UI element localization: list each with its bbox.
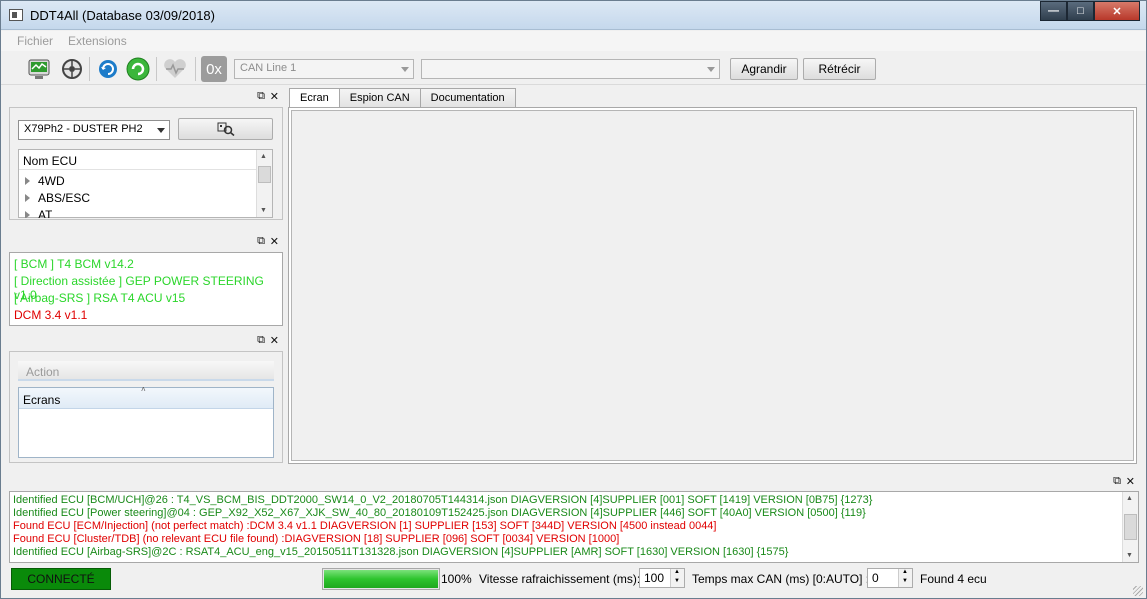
- log-scrollbar[interactable]: ▲ ▼: [1122, 492, 1138, 562]
- tab-espion-can[interactable]: Espion CAN: [338, 88, 421, 107]
- expand-arrow-icon: [25, 177, 30, 185]
- ecu-tree-item[interactable]: 4WD: [25, 174, 65, 188]
- title-bar: DDT4All (Database 03/09/2018) — □ ✕: [1, 1, 1146, 30]
- found-ecu-item[interactable]: [ BCM ] T4 BCM v14.2: [14, 257, 134, 271]
- float-dock-icon[interactable]: ⧉: [257, 90, 265, 103]
- maximize-button[interactable]: □: [1067, 1, 1094, 21]
- sort-arrow-icon: ˄: [141, 385, 146, 394]
- can-line-value: CAN Line 1: [240, 62, 297, 74]
- progress-fill: [324, 570, 438, 588]
- close-dock-icon[interactable]: ✕: [270, 235, 279, 248]
- minimize-button[interactable]: —: [1040, 1, 1067, 21]
- resize-grip[interactable]: [1133, 586, 1143, 596]
- action-tab[interactable]: Action: [18, 361, 274, 381]
- tab-ecran[interactable]: Ecran: [289, 88, 340, 108]
- can-time-spinbox[interactable]: 0 ▲ ▼: [867, 568, 913, 588]
- refresh-value: 100: [644, 571, 665, 585]
- ecu-tree-item[interactable]: AT: [25, 208, 52, 218]
- scroll-thumb[interactable]: [1124, 514, 1137, 540]
- vehicle-select-value: X79Ph2 - DUSTER PH2: [24, 123, 143, 135]
- menu-extensions[interactable]: Extensions: [68, 34, 127, 48]
- log-line: Identified ECU [Power steering]@04 : GEP…: [13, 507, 866, 519]
- refresh-label: Vitesse rafraichissement (ms):: [479, 572, 641, 586]
- main-tabs: Ecran Espion CAN Documentation: [289, 88, 516, 108]
- spin-arrows-icon[interactable]: ▲ ▼: [898, 569, 912, 587]
- close-dock-icon[interactable]: ✕: [270, 90, 279, 103]
- screens-list: Ecrans ˄: [18, 385, 274, 458]
- close-dock-icon[interactable]: ✕: [270, 334, 279, 347]
- heart-monitor-icon[interactable]: [162, 56, 188, 82]
- log-line: Identified ECU [Airbag-SRS]@2C : RSAT4_A…: [13, 546, 789, 558]
- vehicle-select[interactable]: X79Ph2 - DUSTER PH2: [18, 120, 170, 140]
- float-dock-icon[interactable]: ⧉: [257, 334, 265, 347]
- hex-mode-icon[interactable]: 0x: [201, 56, 227, 82]
- can-line-select[interactable]: CAN Line 1: [234, 59, 414, 79]
- chevron-down-icon: [157, 128, 165, 133]
- close-dock-icon[interactable]: ✕: [1126, 475, 1135, 488]
- found-ecu-item[interactable]: [ Airbag-SRS ] RSA T4 ACU v15: [14, 291, 185, 305]
- found-dock-header: ⧉ ✕: [9, 233, 283, 251]
- tab-documentation[interactable]: Documentation: [419, 88, 516, 107]
- ecu-tree-scrollbar[interactable]: ▲ ▼: [256, 150, 272, 217]
- float-dock-icon[interactable]: ⧉: [1113, 475, 1121, 488]
- action-dock-body: Action Ecrans ˄: [9, 351, 283, 463]
- progress-bar: [322, 568, 440, 590]
- close-button[interactable]: ✕: [1094, 1, 1140, 21]
- request-select[interactable]: [421, 59, 720, 79]
- action-dock-header: ⧉ ✕: [9, 332, 283, 350]
- barcode-search-icon: [217, 122, 235, 136]
- toolbar: 0x CAN Line 1 Agrandir Rétrécir: [1, 51, 1146, 85]
- scroll-up-icon[interactable]: ▲: [1126, 495, 1133, 502]
- ecu-dock-header: ⧉ ✕: [9, 88, 283, 106]
- connect-icon[interactable]: [125, 56, 151, 82]
- can-time-label: Temps max CAN (ms) [0:AUTO] :: [692, 572, 870, 586]
- float-dock-icon[interactable]: ⧉: [257, 235, 265, 248]
- window-title: DDT4All (Database 03/09/2018): [30, 8, 215, 23]
- expand-arrow-icon: [25, 211, 30, 218]
- app-icon: [9, 9, 23, 21]
- scroll-thumb[interactable]: [258, 166, 271, 183]
- screens-header-label: Ecrans: [23, 393, 61, 407]
- screens-header[interactable]: Ecrans ˄: [19, 385, 273, 409]
- ecu-tree: Nom ECU 4WD ABS/ESC AT ▲ ▼: [18, 149, 273, 218]
- chevron-down-icon: [707, 67, 715, 72]
- can-time-value: 0: [872, 571, 879, 585]
- log-dock-header: ⧉ ✕: [9, 473, 1139, 491]
- progress-label: 100%: [441, 572, 472, 586]
- screen-area: [291, 110, 1134, 461]
- menu-bar: Fichier Extensions: [1, 31, 1146, 51]
- log-line: Found ECU [ECM/Injection] (not perfect m…: [13, 520, 717, 532]
- connection-status: CONNECTÉ: [11, 568, 111, 590]
- chevron-down-icon: [401, 67, 409, 72]
- agrandir-button[interactable]: Agrandir: [730, 58, 798, 80]
- scroll-down-icon[interactable]: ▼: [1126, 552, 1133, 559]
- ecu-tree-item[interactable]: ABS/ESC: [25, 191, 90, 205]
- refresh-icon[interactable]: [95, 56, 121, 82]
- log-panel: Identified ECU [BCM/UCH]@26 : T4_VS_BCM_…: [9, 491, 1139, 563]
- found-count-label: Found 4 ecu: [920, 572, 987, 586]
- scroll-up-icon[interactable]: ▲: [260, 153, 267, 160]
- ecu-dock-body: X79Ph2 - DUSTER PH2 Nom ECU 4WD ABS/ESC …: [9, 107, 283, 220]
- menu-fichier[interactable]: Fichier: [17, 34, 53, 48]
- found-ecu-list: [ BCM ] T4 BCM v14.2 [ Direction assisté…: [9, 252, 283, 326]
- vehicle-scan-icon[interactable]: [59, 56, 85, 82]
- main-content: [288, 107, 1137, 464]
- scroll-down-icon[interactable]: ▼: [260, 207, 267, 214]
- ecu-scan-icon[interactable]: [26, 56, 52, 82]
- log-line: Identified ECU [BCM/UCH]@26 : T4_VS_BCM_…: [13, 494, 873, 506]
- vehicle-search-button[interactable]: [178, 118, 273, 140]
- found-ecu-item[interactable]: DCM 3.4 v1.1: [14, 308, 87, 322]
- log-line: Found ECU [Cluster/TDB] (no relevant ECU…: [13, 533, 620, 545]
- expand-arrow-icon: [25, 194, 30, 202]
- retrecir-button[interactable]: Rétrécir: [803, 58, 876, 80]
- app-window: DDT4All (Database 03/09/2018) — □ ✕ Fich…: [0, 0, 1147, 599]
- ecu-tree-header[interactable]: Nom ECU: [19, 150, 258, 170]
- spin-arrows-icon[interactable]: ▲ ▼: [670, 569, 684, 587]
- refresh-spinbox[interactable]: 100 ▲ ▼: [639, 568, 685, 588]
